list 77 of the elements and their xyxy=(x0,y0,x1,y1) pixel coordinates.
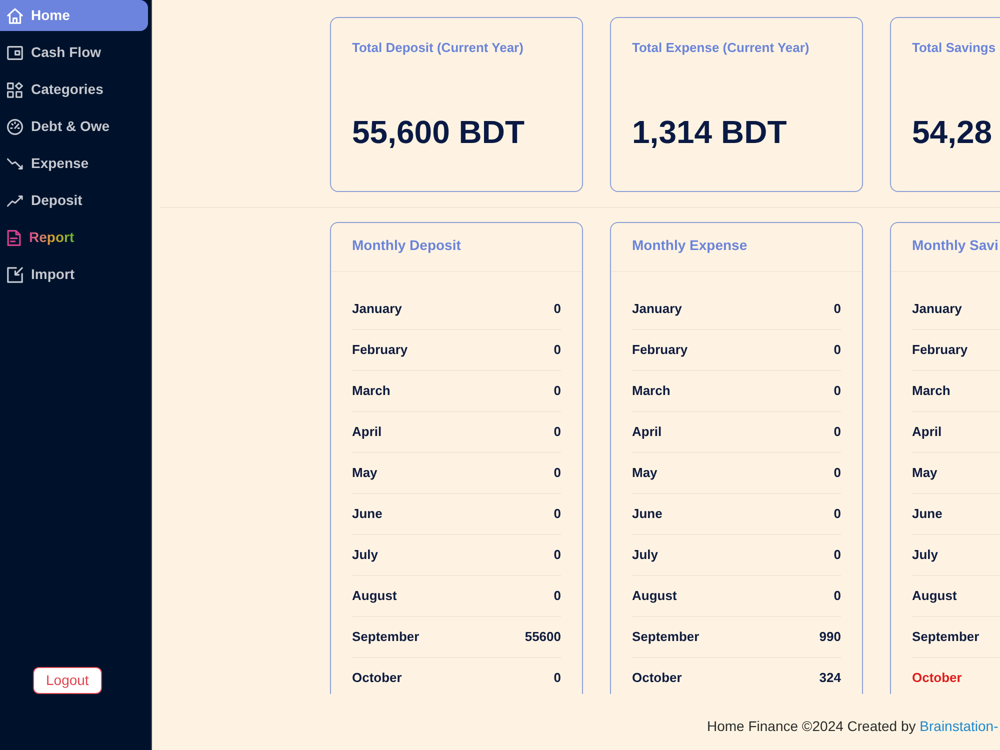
document-icon xyxy=(7,230,21,246)
card-value: 1,314 BDT xyxy=(632,113,787,152)
nav-item[interactable]: Report xyxy=(0,222,148,253)
month-label: April xyxy=(352,423,382,442)
month-label: August xyxy=(632,587,677,606)
month-label: January xyxy=(352,300,402,318)
month-label: May xyxy=(352,464,378,482)
amount-text: 990 xyxy=(819,628,841,646)
card-title: Monthly Expense xyxy=(632,236,748,255)
month-label: May xyxy=(632,464,658,482)
amount-text: 0 xyxy=(834,587,841,606)
nav-item[interactable]: Home xyxy=(0,0,148,31)
month-label: February xyxy=(912,341,968,360)
month-label: March xyxy=(632,382,670,400)
month-label: October xyxy=(632,669,682,688)
month-label: July xyxy=(352,546,378,564)
amount-text: 0 xyxy=(834,464,841,482)
card-value: 55,600 BDT xyxy=(352,113,525,152)
month-label: May xyxy=(912,464,938,482)
amount-text: 0 xyxy=(554,587,561,606)
month-label: August xyxy=(912,587,957,606)
month-label: September xyxy=(352,628,420,646)
nav-item[interactable]: Import xyxy=(0,259,148,290)
month-label: January xyxy=(632,300,682,318)
month-label: January xyxy=(912,300,962,318)
amount-text: 0 xyxy=(834,505,841,524)
home-icon xyxy=(7,8,23,24)
month-label: June xyxy=(632,505,662,524)
amount-text: 0 xyxy=(834,423,841,442)
square-arrow-icon xyxy=(7,266,23,282)
amount-text: 0 xyxy=(834,300,841,318)
trend-down-icon xyxy=(7,158,23,170)
gauge-icon xyxy=(7,118,23,134)
footer-text: Home Finance ©2024 Created by Brainstation- xyxy=(707,717,998,736)
month-label: September xyxy=(632,628,700,646)
month-label: February xyxy=(352,341,408,360)
amount-text: 324 xyxy=(819,669,841,688)
amount-text: 0 xyxy=(554,464,561,482)
card-title: Total Deposit (Current Year) xyxy=(352,39,524,57)
card-value: 54,28 xyxy=(912,113,992,152)
month-label: August xyxy=(352,587,397,606)
month-label: July xyxy=(912,546,938,564)
amount-text: 0 xyxy=(554,546,561,564)
month-label: March xyxy=(352,382,390,400)
amount-text: 0 xyxy=(554,505,561,524)
month-label: June xyxy=(352,505,382,524)
month-label: March xyxy=(912,382,950,400)
nav-item[interactable]: Deposit xyxy=(0,185,148,216)
nav-item[interactable]: Expense xyxy=(0,148,148,179)
month-label: October xyxy=(912,669,962,688)
wallet-icon xyxy=(7,46,23,60)
amount-text: 0 xyxy=(554,341,561,360)
nav-item[interactable]: Debt & Owe xyxy=(0,111,148,142)
nav-item[interactable]: Cash Flow xyxy=(0,37,148,68)
month-label: April xyxy=(912,423,942,442)
month-label: September xyxy=(912,628,980,646)
grid-icon xyxy=(7,82,23,98)
month-label: April xyxy=(632,423,662,442)
amount-text: 0 xyxy=(834,546,841,564)
month-label: October xyxy=(352,669,402,688)
card-title: Total Savings xyxy=(912,39,996,57)
card-title: Total Expense (Current Year) xyxy=(632,39,810,57)
amount-text: 0 xyxy=(554,300,561,318)
amount-text: 0 xyxy=(554,423,561,442)
month-label: February xyxy=(632,341,688,360)
amount-text: 0 xyxy=(834,382,841,400)
amount-text: 0 xyxy=(834,341,841,360)
month-label: July xyxy=(632,546,658,564)
logout-button[interactable]: Logout xyxy=(33,667,102,694)
amount-text: 0 xyxy=(554,382,561,400)
amount-text: 0 xyxy=(554,669,561,688)
amount-text: 55600 xyxy=(524,628,561,646)
trend-up-icon xyxy=(7,194,23,206)
month-label: June xyxy=(912,505,942,524)
nav-item[interactable]: Categories xyxy=(0,74,148,105)
card-title: Monthly Savi xyxy=(912,236,998,255)
card-title: Monthly Deposit xyxy=(352,236,461,255)
